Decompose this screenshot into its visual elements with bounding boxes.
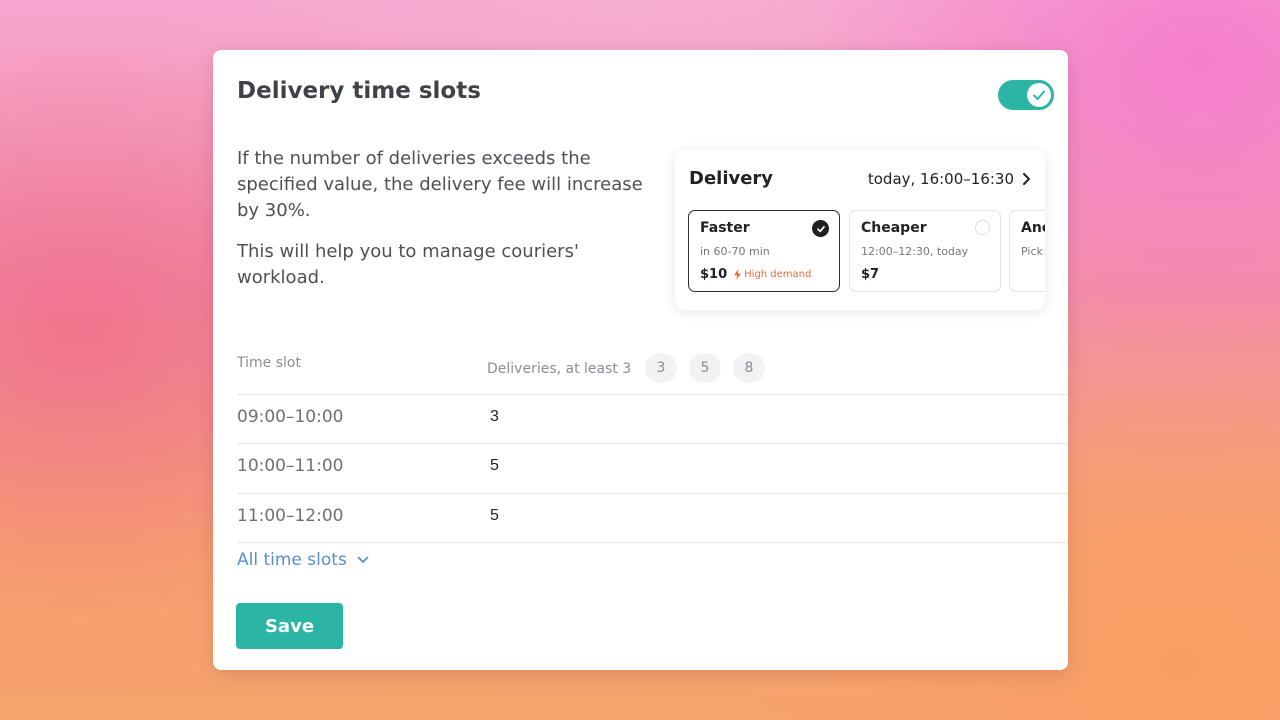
preview-time: today, 16:00–16:30 xyxy=(868,170,1031,188)
option-price: $7 xyxy=(861,267,880,282)
divider xyxy=(237,493,1068,494)
enable-toggle[interactable] xyxy=(998,80,1054,110)
option-another: Anc Pick xyxy=(1009,210,1045,292)
option-sub: Pick xyxy=(1021,245,1043,258)
chip-8[interactable]: 8 xyxy=(733,353,765,383)
toggle-knob xyxy=(1027,83,1051,107)
option-cheaper: Cheaper 12:00–12:30, today $7 xyxy=(849,210,1001,292)
column-header-deliveries: Deliveries, at least 3 xyxy=(487,361,632,377)
radio-circle-icon xyxy=(975,220,990,235)
selected-check-icon xyxy=(812,220,829,237)
lightning-icon xyxy=(734,269,742,280)
option-name: Anc xyxy=(1021,220,1045,236)
quick-value-chips: 3 5 8 xyxy=(645,353,765,383)
all-time-slots-link[interactable]: All time slots xyxy=(237,550,369,570)
divider xyxy=(237,443,1068,444)
time-slot-label: 09:00–10:00 xyxy=(237,407,344,427)
preview-time-label: today, 16:00–16:30 xyxy=(867,170,1014,188)
option-sub: 12:00–12:30, today xyxy=(861,245,969,258)
high-demand-badge: High demand xyxy=(733,269,811,280)
time-slot-label: 10:00–11:00 xyxy=(237,456,344,476)
option-price: $10 xyxy=(700,267,728,282)
chevron-down-icon xyxy=(357,556,369,563)
high-demand-label: High demand xyxy=(744,269,812,280)
delivery-preview: Delivery today, 16:00–16:30 Faster in 60… xyxy=(675,150,1045,310)
option-faster: Faster in 60-70 min $10 High demand xyxy=(688,210,840,292)
column-header-time-slot: Time slot xyxy=(237,355,301,371)
deliveries-input[interactable]: 5 xyxy=(490,507,499,525)
option-price-row: $10 High demand xyxy=(700,267,828,282)
all-time-slots-label: All time slots xyxy=(237,550,347,570)
chip-3[interactable]: 3 xyxy=(645,353,677,383)
option-name: Cheaper xyxy=(861,220,927,236)
description: If the number of deliveries exceeds the … xyxy=(237,146,657,306)
option-name: Faster xyxy=(700,220,750,236)
chevron-right-icon xyxy=(1023,173,1030,185)
divider xyxy=(237,542,1068,543)
chip-5[interactable]: 5 xyxy=(689,353,721,383)
description-workload: This will help you to manage couriers' w… xyxy=(237,241,579,288)
divider xyxy=(237,394,1068,395)
option-sub: in 60-70 min xyxy=(700,245,770,258)
checkmark-icon xyxy=(1033,90,1045,100)
deliveries-input[interactable]: 3 xyxy=(490,408,499,426)
save-button[interactable]: Save xyxy=(236,603,343,649)
description-fee: If the number of deliveries exceeds the … xyxy=(237,148,643,221)
delivery-time-slots-card: Delivery time slots If the number of del… xyxy=(213,50,1068,670)
option-price-row: $7 xyxy=(861,267,989,282)
card-title: Delivery time slots xyxy=(237,78,481,104)
time-slot-label: 11:00–12:00 xyxy=(237,506,344,526)
deliveries-input[interactable]: 5 xyxy=(490,457,499,475)
preview-title: Delivery xyxy=(689,168,774,189)
